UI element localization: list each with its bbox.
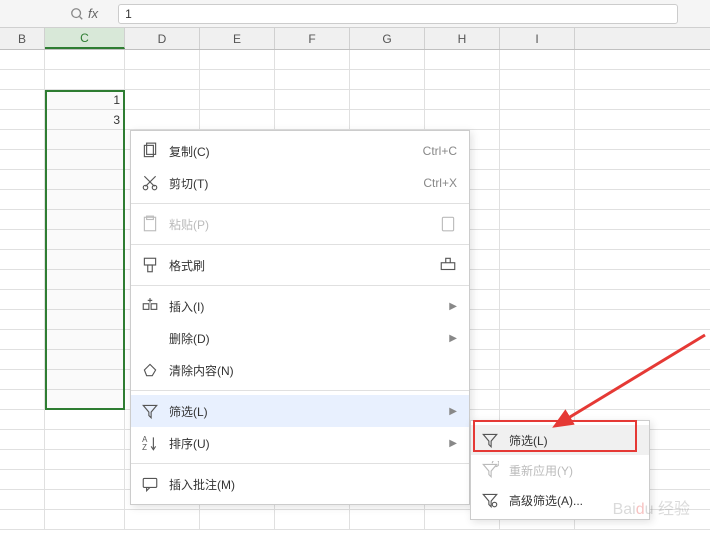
menu-comment-label: 插入批注(M) [169,476,235,493]
delete-icon [141,329,159,347]
menu-delete-label: 删除(D) [169,330,210,347]
cell-c4[interactable]: 3 [45,110,125,129]
menu-paste: 粘贴(P) [131,208,469,240]
menu-paste-label: 粘贴(P) [169,216,209,233]
filter-icon [481,431,499,449]
fx-label[interactable]: fx [88,6,98,21]
formula-input[interactable] [118,4,678,24]
chevron-right-icon: ▶ [449,406,457,417]
menu-cut-label: 剪切(T) [169,175,208,192]
col-header-f[interactable]: F [275,28,350,49]
paste-icon [141,215,159,233]
svg-text:Z: Z [142,443,147,452]
submenu-filter-label: 筛选(L) [509,432,548,449]
menu-copy[interactable]: 复制(C) Ctrl+C [131,135,469,167]
col-header-e[interactable]: E [200,28,275,49]
col-header-d[interactable]: D [125,28,200,49]
submenu-filter[interactable]: 筛选(L) [471,425,649,455]
search-icon [70,7,84,21]
chevron-right-icon: ▶ [449,438,457,449]
col-header-b[interactable]: B [0,28,45,49]
chevron-right-icon: ▶ [449,301,457,312]
col-header-g[interactable]: G [350,28,425,49]
col-header-c[interactable]: C [45,28,125,49]
copy-icon [141,142,159,160]
clipboard-icon [439,215,457,233]
submenu-advanced[interactable]: 高级筛选(A)... [471,485,649,515]
chevron-right-icon: ▶ [449,333,457,344]
menu-sort[interactable]: AZ 排序(U) ▶ [131,427,469,459]
menu-comment[interactable]: 插入批注(M) [131,468,469,500]
sort-icon: AZ [141,434,159,452]
cut-icon [141,174,159,192]
submenu-reapply: 重新应用(Y) [471,455,649,485]
menu-insert-label: 插入(I) [169,298,204,315]
menu-brush-label: 格式刷 [169,257,205,274]
menu-filter[interactable]: 筛选(L) ▶ [131,395,469,427]
column-headers: B C D E F G H I [0,28,710,50]
menu-filter-label: 筛选(L) [169,403,208,420]
formula-bar: fx [0,0,710,28]
menu-sort-label: 排序(U) [169,435,210,452]
submenu-advanced-label: 高级筛选(A)... [509,492,583,509]
brush-icon [141,256,159,274]
menu-divider [131,463,469,464]
menu-divider [131,203,469,204]
comment-icon [141,475,159,493]
brush-target-icon [439,256,457,274]
shortcut-cut: Ctrl+X [423,176,457,190]
insert-icon [141,297,159,315]
cell-c3[interactable]: 1 [45,90,125,109]
menu-format-painter[interactable]: 格式刷 [131,249,469,281]
advanced-filter-icon [481,491,499,509]
menu-divider [131,390,469,391]
menu-divider [131,285,469,286]
menu-insert[interactable]: 插入(I) ▶ [131,290,469,322]
col-header-h[interactable]: H [425,28,500,49]
submenu-reapply-label: 重新应用(Y) [509,462,573,479]
menu-cut[interactable]: 剪切(T) Ctrl+X [131,167,469,199]
shortcut-copy: Ctrl+C [423,144,457,158]
col-header-i[interactable]: I [500,28,575,49]
reapply-icon [481,461,499,479]
context-menu: 复制(C) Ctrl+C 剪切(T) Ctrl+X 粘贴(P) 格式刷 插入(I… [130,130,470,505]
filter-icon [141,402,159,420]
menu-delete[interactable]: 删除(D) ▶ [131,322,469,354]
menu-copy-label: 复制(C) [169,143,210,160]
menu-clear[interactable]: 清除内容(N) [131,354,469,386]
menu-divider [131,244,469,245]
clear-icon [141,361,159,379]
filter-submenu: 筛选(L) 重新应用(Y) 高级筛选(A)... [470,420,650,520]
menu-clear-label: 清除内容(N) [169,362,234,379]
